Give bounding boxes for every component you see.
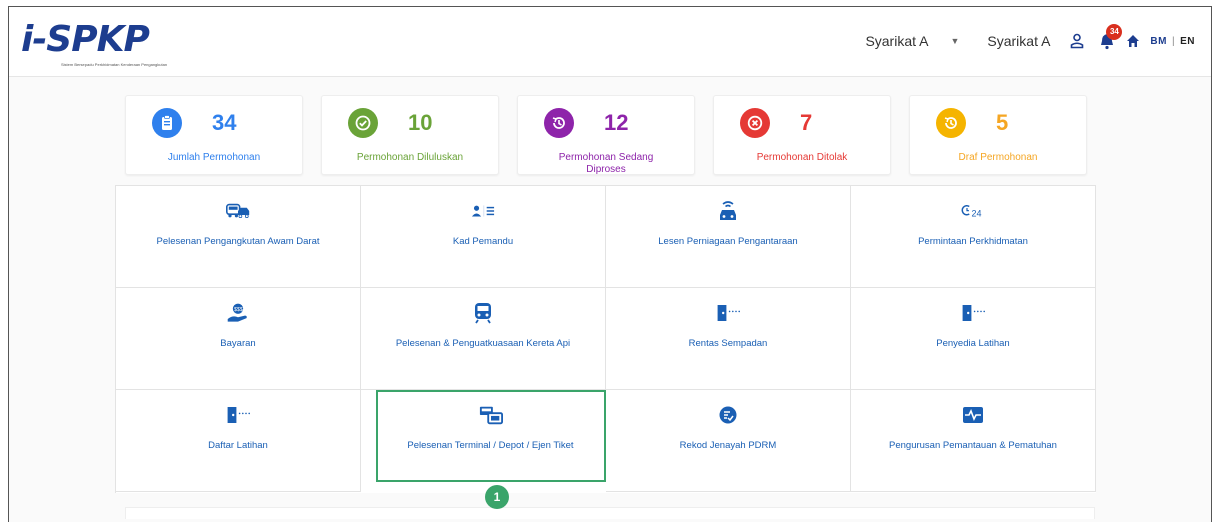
service-label: Pelesenan & Penguatkuasaan Kereta Api	[395, 338, 571, 349]
service-tile-rekod-jenayah[interactable]: Rekod Jenayah PDRM	[606, 390, 851, 492]
service-tile-lesen-pengantaraan[interactable]: Lesen Perniagaan Pengantaraan	[606, 186, 851, 288]
top-bar: i-SPKP Sistem Bersepadu Perkhidmatan Ken…	[9, 7, 1211, 77]
service-label: Rekod Jenayah PDRM	[679, 440, 777, 451]
service-label: Permintaan Perkhidmatan	[918, 236, 1028, 247]
top-right-controls: Syarikat A ▼ Syarikat A 34 BM | EN	[859, 24, 1195, 53]
service-24-icon: 24	[961, 200, 985, 222]
service-grid: Pelesenan Pengangkutan Awam Darat Kad Pe…	[115, 185, 1096, 493]
service-label: Pelesenan Pengangkutan Awam Darat	[156, 236, 320, 247]
svg-text:24: 24	[972, 208, 982, 218]
clipboard-icon	[152, 108, 182, 138]
stat-card-approved[interactable]: 10 Permohonan Diluluskan	[321, 95, 499, 175]
notification-badge: 34	[1106, 24, 1123, 40]
stat-label: Jumlah Permohonan	[167, 152, 261, 163]
company-select[interactable]: Syarikat A	[865, 33, 928, 49]
stat-value: 5	[996, 110, 1009, 135]
service-tile-terminal-depot[interactable]: Pelesenan Terminal / Depot / Ejen Tiket	[376, 390, 606, 482]
lang-bm[interactable]: BM	[1150, 36, 1167, 47]
language-switch: BM | EN	[1150, 36, 1195, 47]
service-tile-bayaran[interactable]: $$$ Bayaran	[116, 288, 361, 390]
service-label: Pengurusan Pemantauan & Pematuhan	[889, 440, 1057, 451]
stat-value: 10	[408, 110, 433, 135]
stat-label: Permohonan Sedang Diproses	[558, 152, 654, 175]
stat-label: Permohonan Ditolak	[756, 152, 848, 163]
service-tile-rentas-sempadan[interactable]: Rentas Sempadan	[606, 288, 851, 390]
user-icon[interactable]	[1070, 33, 1084, 49]
service-label: Rentas Sempadan	[688, 338, 768, 349]
register-door-icon	[226, 404, 250, 426]
logo-text: i-SPKP	[21, 19, 150, 60]
service-label: Bayaran	[220, 338, 256, 349]
monitor-pulse-icon	[961, 404, 985, 426]
stat-value: 12	[604, 110, 629, 135]
stat-card-total[interactable]: 34 Jumlah Permohonan	[125, 95, 303, 175]
app-window: i-SPKP Sistem Bersepadu Perkhidmatan Ken…	[8, 6, 1212, 522]
lang-en[interactable]: EN	[1180, 36, 1195, 47]
service-label: Lesen Perniagaan Pengantaraan	[658, 236, 798, 247]
step-marker: 1	[485, 485, 509, 509]
service-tile-permintaan[interactable]: 24 Permintaan Perkhidmatan	[851, 186, 1096, 288]
stat-card-draft[interactable]: 5 Draf Permohonan	[909, 95, 1087, 175]
service-tile-penyedia-latihan[interactable]: Penyedia Latihan	[851, 288, 1096, 390]
training-door-icon	[961, 302, 985, 324]
train-icon	[471, 302, 495, 324]
bus-car-icon	[226, 200, 250, 222]
history-icon	[544, 108, 574, 138]
record-icon	[716, 404, 740, 426]
stat-card-processing[interactable]: 12 Permohonan Sedang Diproses	[517, 95, 695, 175]
stat-card-rejected[interactable]: 7 Permohonan Ditolak	[713, 95, 891, 175]
service-label: Pelesenan Terminal / Depot / Ejen Tiket	[407, 440, 574, 451]
next-section-edge	[125, 507, 1095, 519]
service-tile-pemantauan[interactable]: Pengurusan Pemantauan & Pematuhan	[851, 390, 1096, 492]
border-door-icon	[716, 302, 740, 324]
logo-subtitle: Sistem Bersepadu Perkhidmatan Kenderaan …	[61, 62, 168, 67]
svg-text:$$$: $$$	[234, 307, 243, 313]
stat-value: 34	[212, 110, 237, 135]
connected-car-icon	[716, 200, 740, 222]
home-icon[interactable]	[1126, 34, 1140, 48]
stat-label: Draf Permohonan	[958, 152, 1038, 163]
lang-separator: |	[1171, 35, 1176, 47]
terminal-ticket-icon	[479, 404, 503, 426]
caret-down-icon[interactable]: ▼	[950, 36, 959, 46]
company-name: Syarikat A	[987, 33, 1051, 49]
stat-label: Permohonan Diluluskan	[356, 152, 464, 163]
check-icon	[348, 108, 378, 138]
payment-hand-icon: $$$	[226, 302, 250, 324]
driver-card-icon	[471, 200, 495, 222]
stat-value: 7	[800, 110, 813, 135]
bell-icon[interactable]: 34	[1098, 24, 1123, 50]
service-label: Daftar Latihan	[208, 440, 268, 451]
service-label: Penyedia Latihan	[936, 338, 1010, 349]
service-tile-daftar-latihan[interactable]: Daftar Latihan	[116, 390, 361, 492]
service-tile-awam-darat[interactable]: Pelesenan Pengangkutan Awam Darat	[116, 186, 361, 288]
service-tile-kereta-api[interactable]: Pelesenan & Penguatkuasaan Kereta Api	[361, 288, 606, 390]
cancel-icon	[740, 108, 770, 138]
service-label: Kad Pemandu	[452, 236, 514, 247]
history-icon	[936, 108, 966, 138]
service-tile-kad-pemandu[interactable]: Kad Pemandu	[361, 186, 606, 288]
logo[interactable]: i-SPKP Sistem Bersepadu Perkhidmatan Ken…	[21, 19, 171, 69]
